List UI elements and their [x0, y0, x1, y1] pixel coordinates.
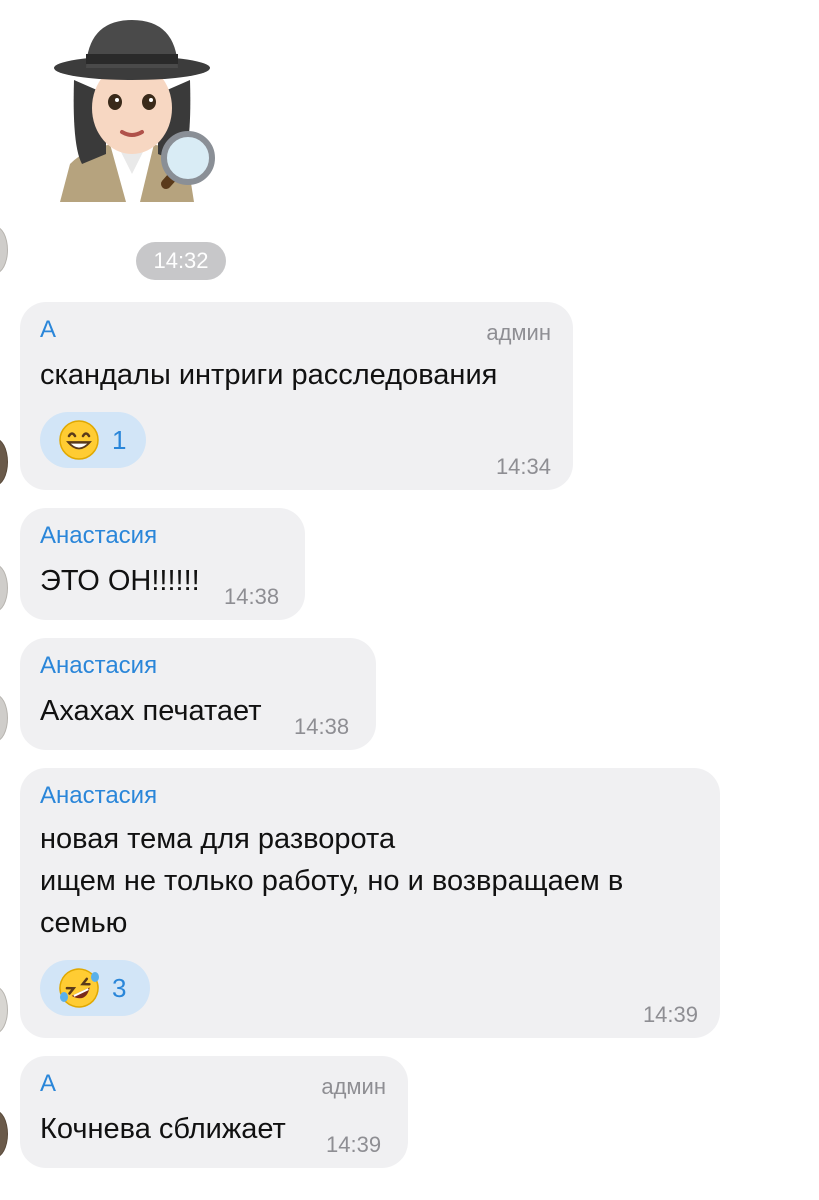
avatar[interactable]	[0, 694, 8, 742]
rolling-laughing-face-icon	[59, 968, 99, 1008]
message-text: скандалы интриги расследования	[40, 359, 498, 391]
sender-name[interactable]: А	[40, 316, 56, 344]
avatar[interactable]	[0, 1110, 8, 1158]
reaction-count: 3	[112, 972, 127, 1003]
date-time-pill: 14:32	[136, 242, 226, 280]
message-text: новая тема для разворота ищем не только …	[40, 823, 624, 939]
reaction-pill[interactable]: 3	[40, 960, 150, 1016]
avatar[interactable]	[0, 226, 8, 274]
message-time: 14:39	[642, 1002, 698, 1027]
message-time: 14:34	[495, 454, 551, 479]
sender-name[interactable]: Анастасия	[40, 652, 157, 680]
message-bubble[interactable]: А админ скандалы интриги расследования 1…	[20, 302, 573, 490]
message-time: 14:39	[326, 1132, 382, 1157]
reaction-pill[interactable]: 1	[40, 412, 146, 468]
message-text: Ахахах печатает	[40, 695, 262, 727]
admin-role-label: админ	[486, 320, 551, 345]
avatar[interactable]	[0, 986, 8, 1034]
message-text: ЭТО ОН!!!!!!	[40, 565, 200, 597]
grinning-face-icon	[59, 420, 99, 460]
message-time: 14:38	[224, 584, 280, 609]
message-bubble[interactable]: Анастасия ЭТО ОН!!!!!! 14:38	[20, 508, 305, 620]
sender-name[interactable]: Анастасия	[40, 522, 157, 550]
admin-role-label: админ	[321, 1074, 386, 1099]
sender-name[interactable]: А	[40, 1070, 56, 1098]
message-bubble[interactable]: Анастасия Ахахах печатает 14:38	[20, 638, 376, 750]
message-bubble[interactable]: А админ Кочнева сближает 14:39	[20, 1056, 408, 1168]
sender-name[interactable]: Анастасия	[40, 782, 157, 810]
message-text: Кочнева сближает	[40, 1113, 286, 1145]
avatar[interactable]	[0, 438, 8, 486]
detective-sticker[interactable]	[48, 14, 216, 204]
avatar[interactable]	[0, 564, 8, 612]
message-time: 14:38	[294, 714, 350, 739]
detective-woman-icon	[54, 20, 215, 202]
message-bubble[interactable]: Анастасия новая тема для разворота ищем …	[20, 768, 720, 1038]
reaction-count: 1	[112, 424, 127, 455]
